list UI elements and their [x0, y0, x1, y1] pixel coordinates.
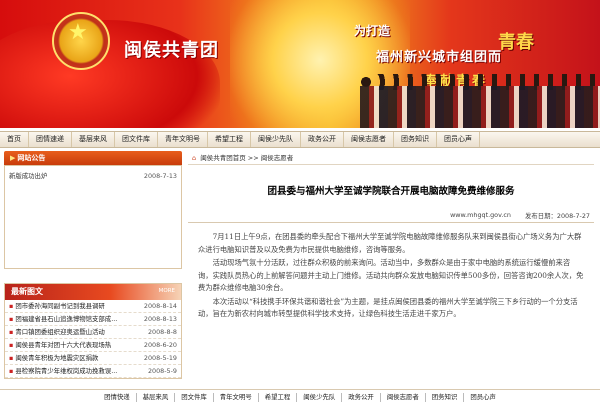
nav-young-pioneers[interactable]: 闽侯少先队 — [251, 132, 301, 147]
news-item-text[interactable]: 团市委孙海同副书记到我县调研 — [15, 302, 104, 310]
nav-league-news[interactable]: 团情速递 — [29, 132, 72, 147]
nav-member-voices[interactable]: 团员心声 — [437, 132, 480, 147]
news-list: ▪ 团市委孙海同副书记到我县调研 2008-8-14 ▪ 团福建省县石山追逸博物馆支部… — [5, 300, 181, 378]
latest-news-header: 最新图文 MORE — [5, 284, 181, 300]
article-meta: www.mhgqt.gov.cn 发布日期：2008-7-27 — [188, 211, 594, 223]
bullet-icon: ▪ — [9, 302, 14, 310]
news-item[interactable]: ▪ 团福建省县石山追逸博物馆支部成... 2008-8-13 — [5, 313, 181, 326]
news-item-text[interactable]: 团福建省县石山追逸博物馆支部成... — [15, 315, 117, 323]
latest-news-box: 最新图文 MORE ▪ 团市委孙海同副书记到我县调研 2008-8-14 ▪ 团福建省… — [4, 283, 182, 379]
main-content: ⌂ 闽侯共青团首页 >> 闽侯志愿者 团县委与福州大学至诚学院联合开展电脑故障免… — [188, 151, 594, 322]
more-link[interactable]: MORE — [159, 288, 175, 294]
nav-home[interactable]: 首页 — [0, 132, 29, 147]
footer-link[interactable]: 政务公开 — [342, 392, 381, 402]
article-body: 7月11日上午9点，在团县委的牵头配合下福州大学至诚学院电脑故障维修服务队来到闽… — [188, 231, 594, 321]
notice-item-date: 2008-7-13 — [143, 172, 177, 180]
footer-link[interactable]: 闽侯少先队 — [297, 392, 343, 402]
latest-news-title: 最新图文 — [11, 287, 43, 296]
notice-box: 新版成功出炉 2008-7-13 — [4, 165, 182, 269]
nav-youth-civilization[interactable]: 青年文明号 — [158, 132, 208, 147]
article-title: 团县委与福州大学至诚学院联合开展电脑故障免费维修服务 — [267, 186, 515, 197]
banner-slogan-line2: 福州新兴城市组团而 — [376, 50, 503, 65]
crowd-photo — [360, 86, 600, 128]
news-item-date: 2008-5-9 — [147, 367, 177, 375]
nav-government-affairs[interactable]: 政务公开 — [301, 132, 344, 147]
site-banner: ★ 闽侯共青团 为打造 福州新兴城市组团而 奉献青春 青春 — [0, 0, 600, 128]
news-item-date: 2008-8-8 — [147, 328, 177, 336]
article-source: www.mhgqt.gov.cn — [450, 211, 511, 219]
breadcrumb-home[interactable]: 闽侯共青团首页 — [200, 154, 246, 162]
article-paragraph: 本次活动以“科技携手环保共谐和谐社会”为主题，是挂点闽侯团县委的福州大学至诚学院… — [198, 296, 578, 319]
article-date: 发布日期：2008-7-27 — [524, 212, 590, 220]
footer-link[interactable]: 团情快递 — [98, 392, 137, 402]
news-item[interactable]: ▪ 青口镇团委组织迎奥运暨山活动 2008-8-8 — [5, 326, 181, 339]
news-item[interactable]: ▪ 县检察院青少年维权岗成功挽救误... 2008-5-9 — [5, 365, 181, 378]
bullet-icon: ▪ — [9, 328, 14, 336]
notice-header: ▶ 网站公告 — [4, 151, 182, 165]
news-item-date: 2008-8-14 — [143, 302, 177, 310]
news-item[interactable]: ▪ 团市委孙海同副书记到我县调研 2008-8-14 — [5, 300, 181, 313]
site-title: 闽侯共青团 — [124, 40, 219, 61]
article-paragraph: 活动现场气氛十分活跃，过往群众积极的前来询问。活动当中，多数群众是由于家中电脑的… — [198, 258, 584, 292]
footer-link[interactable]: 基层来风 — [137, 392, 176, 402]
footer-link[interactable]: 团员心声 — [464, 393, 502, 402]
news-item[interactable]: ▪ 闽侯县青年对团十六大代表现场热 2008-6-20 — [5, 339, 181, 352]
breadcrumb: ⌂ 闽侯共青团首页 >> 闽侯志愿者 — [188, 151, 594, 165]
notice-item-text[interactable]: 新版成功出炉 — [9, 170, 47, 182]
star-icon: ★ — [68, 20, 88, 45]
banner-slogan-line1: 为打造 — [354, 24, 391, 38]
left-sidebar: ▶ 网站公告 新版成功出炉 2008-7-13 最新图文 MORE ▪ 团市委孙海同… — [4, 151, 182, 379]
nav-league-knowledge[interactable]: 团务知识 — [394, 132, 437, 147]
main-nav: 首页 团情速递 基层来风 团文件库 青年文明号 希望工程 闽侯少先队 政务公开 … — [0, 131, 600, 148]
nav-hope-project[interactable]: 希望工程 — [208, 132, 251, 147]
news-item-text[interactable]: 闽侯县青年对团十六大代表现场热 — [15, 341, 111, 349]
bullet-icon: ▪ — [9, 354, 14, 362]
nav-volunteers[interactable]: 闽侯志愿者 — [344, 132, 394, 147]
nav-documents[interactable]: 团文件库 — [115, 132, 158, 147]
news-item-text[interactable]: 青口镇团委组织迎奥运暨山活动 — [15, 328, 104, 336]
news-item-date: 2008-5-19 — [143, 354, 177, 362]
bullet-icon: ▪ — [9, 341, 14, 349]
news-item-date: 2008-6-20 — [143, 341, 177, 349]
news-item-text[interactable]: 闽侯青年积极为地震灾区捐款 — [15, 354, 98, 362]
breadcrumb-current[interactable]: 闽侯志愿者 — [261, 154, 294, 162]
footer-link[interactable]: 希望工程 — [259, 392, 298, 402]
bullet-icon: ▪ — [9, 367, 14, 375]
league-emblem-icon: ★ — [52, 12, 110, 70]
arrow-icon: ▶ — [10, 154, 16, 162]
news-item[interactable]: ▪ 闽侯青年积极为地震灾区捐款 2008-5-19 — [5, 352, 181, 365]
nav-grassroots[interactable]: 基层来风 — [72, 132, 115, 147]
footer-link[interactable]: 团文件库 — [175, 392, 214, 402]
banner-calligraphy: 青春 — [498, 32, 534, 53]
notice-title: 网站公告 — [17, 154, 46, 162]
footer-link[interactable]: 闽侯志愿者 — [381, 392, 426, 402]
news-item-date: 2008-8-13 — [143, 315, 177, 323]
home-icon: ⌂ — [192, 154, 197, 162]
news-item-text[interactable]: 县检察院青少年维权岗成功挽救误... — [15, 367, 117, 375]
footer-link[interactable]: 团务知识 — [426, 392, 465, 402]
breadcrumb-separator: >> — [247, 154, 259, 162]
notice-item[interactable]: 新版成功出炉 2008-7-13 — [5, 166, 181, 182]
footer-nav: 团情快递 基层来风 团文件库 青年文明号 希望工程 闽侯少先队 政务公开 闽侯志… — [0, 389, 600, 404]
bullet-icon: ▪ — [9, 315, 14, 323]
article-paragraph: 7月11日上午9点，在团县委的牵头配合下福州大学至诚学院电脑故障维修服务队来到闽… — [198, 232, 582, 254]
footer-link[interactable]: 青年文明号 — [214, 392, 259, 402]
